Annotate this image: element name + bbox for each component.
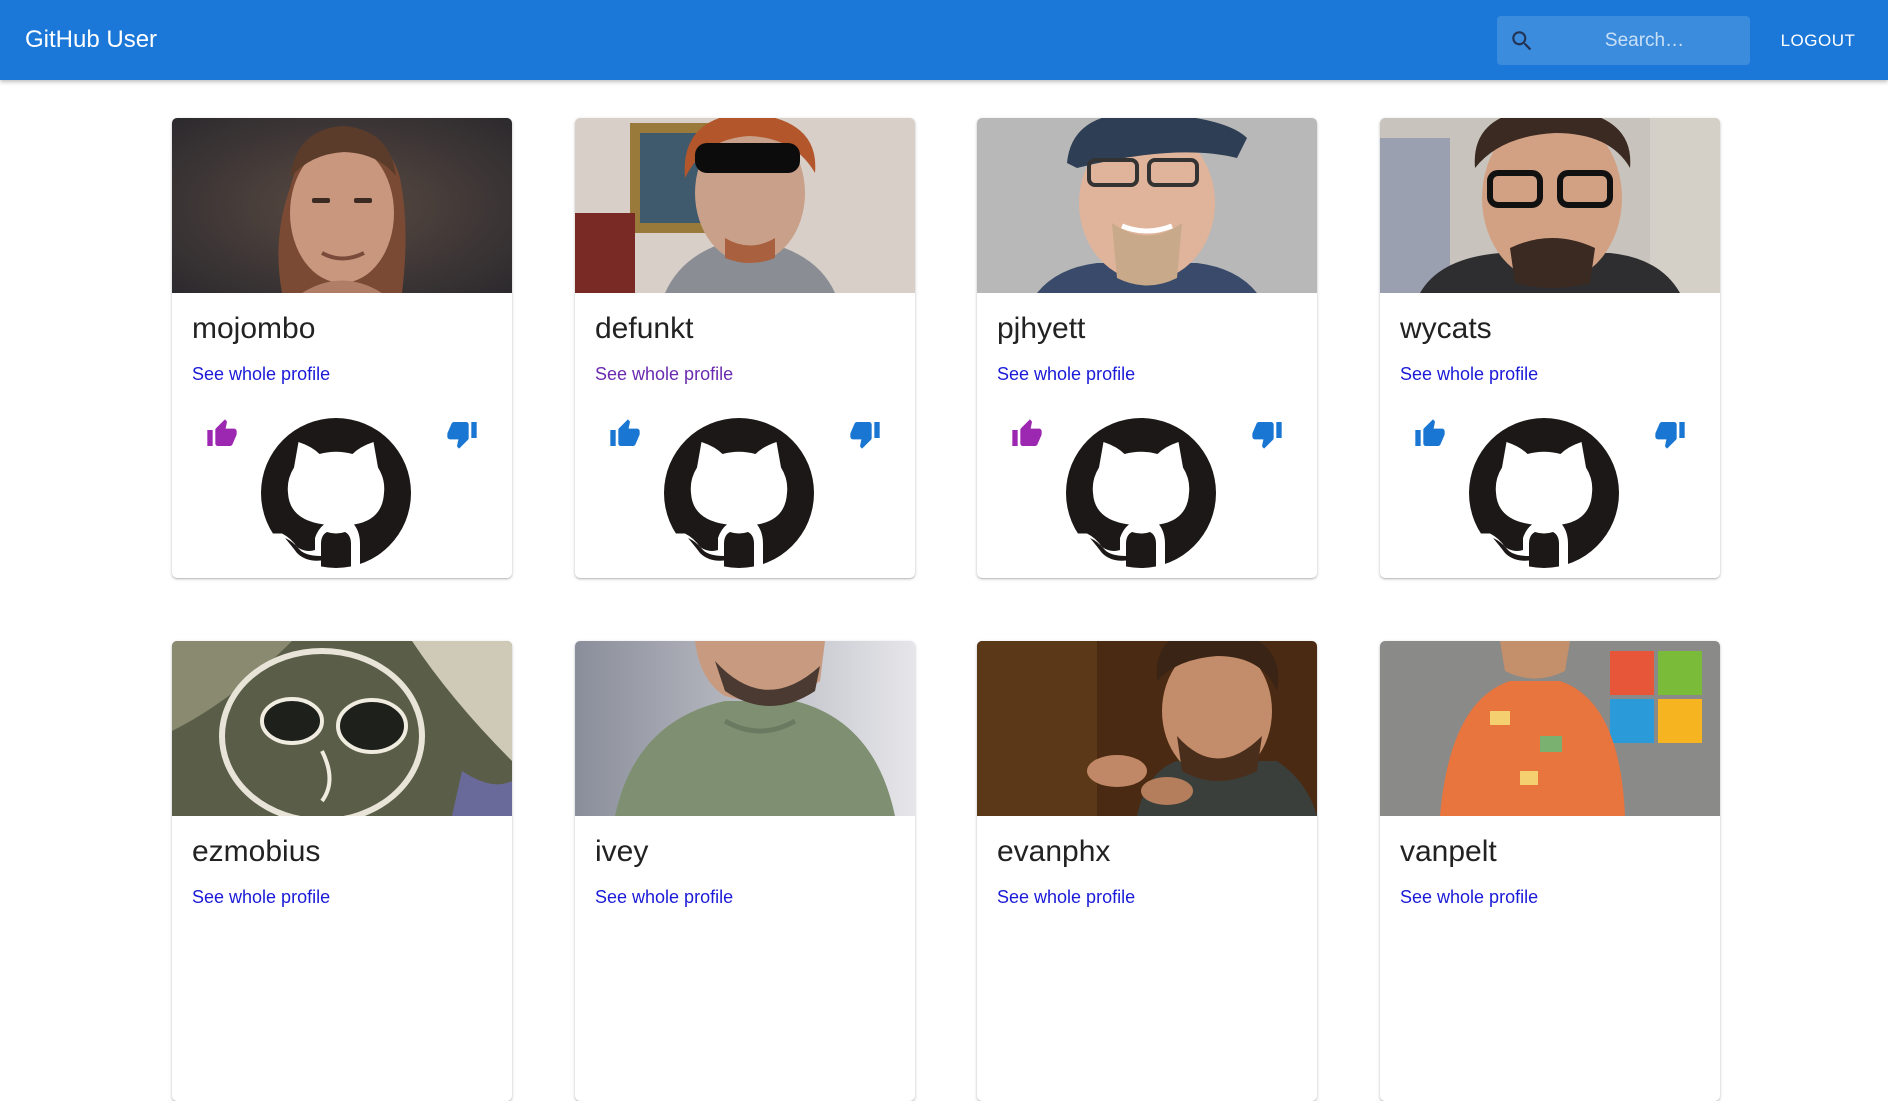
user-login: pjhyett — [997, 312, 1086, 345]
see-profile-link[interactable]: See whole profile — [595, 364, 733, 385]
user-login: ivey — [595, 835, 649, 868]
user-login: mojombo — [192, 312, 316, 345]
user-photo — [575, 641, 915, 816]
thumb-down-icon — [1655, 422, 1685, 449]
thumb-down-icon — [447, 422, 477, 449]
see-profile-link[interactable]: See whole profile — [997, 887, 1135, 908]
thumb-down-icon — [850, 422, 880, 449]
see-profile-link[interactable]: See whole profile — [595, 887, 733, 908]
dislike-button[interactable] — [442, 414, 482, 454]
user-photo — [1380, 118, 1720, 293]
user-photo — [1380, 641, 1720, 816]
user-card: defunkt See whole profile — [575, 118, 915, 578]
dislike-button[interactable] — [845, 414, 885, 454]
app-bar: GitHub User LOGOUT — [0, 0, 1888, 80]
like-button[interactable] — [202, 414, 242, 454]
user-card: ivey See whole profile — [575, 641, 915, 1101]
dislike-button[interactable] — [1247, 414, 1287, 454]
user-card: evanphx See whole profile — [977, 641, 1317, 1101]
thumb-down-icon — [1252, 422, 1282, 449]
app-title: GitHub User — [25, 26, 158, 53]
search-box[interactable] — [1497, 16, 1750, 65]
user-photo — [172, 118, 512, 293]
like-button[interactable] — [1007, 414, 1047, 454]
user-card: ezmobius See whole profile — [172, 641, 512, 1101]
logout-button[interactable]: LOGOUT — [1758, 16, 1878, 65]
see-profile-link[interactable]: See whole profile — [192, 364, 330, 385]
user-card: mojombo See whole profile — [172, 118, 512, 578]
octocat-icon — [1469, 418, 1619, 568]
search-icon — [1512, 31, 1532, 51]
see-profile-link[interactable]: See whole profile — [192, 887, 330, 908]
user-photo — [575, 118, 915, 293]
see-profile-link[interactable]: See whole profile — [997, 364, 1135, 385]
user-card: pjhyett See whole profile — [977, 118, 1317, 578]
octocat-icon — [1066, 418, 1216, 568]
user-login: wycats — [1400, 312, 1492, 345]
search-input[interactable] — [1547, 16, 1742, 65]
user-card: vanpelt See whole profile — [1380, 641, 1720, 1101]
see-profile-link[interactable]: See whole profile — [1400, 364, 1538, 385]
thumb-up-icon — [1415, 419, 1445, 446]
user-login: defunkt — [595, 312, 694, 345]
user-card: wycats See whole profile — [1380, 118, 1720, 578]
like-button[interactable] — [1410, 414, 1450, 454]
thumb-up-icon — [610, 419, 640, 446]
like-button[interactable] — [605, 414, 645, 454]
see-profile-link[interactable]: See whole profile — [1400, 887, 1538, 908]
user-login: ezmobius — [192, 835, 321, 868]
user-photo — [977, 118, 1317, 293]
octocat-icon — [664, 418, 814, 568]
dislike-button[interactable] — [1650, 414, 1690, 454]
octocat-icon — [261, 418, 411, 568]
user-photo — [172, 641, 512, 816]
thumb-up-icon — [1012, 419, 1042, 446]
user-login: evanphx — [997, 835, 1111, 868]
thumb-up-icon — [207, 419, 237, 446]
user-photo — [977, 641, 1317, 816]
user-login: vanpelt — [1400, 835, 1497, 868]
